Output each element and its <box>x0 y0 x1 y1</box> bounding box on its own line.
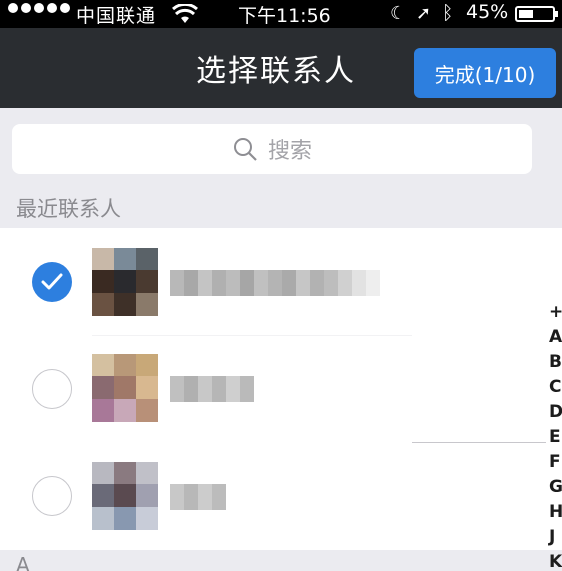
status-time: 下午11:56 <box>238 5 331 27</box>
avatar <box>92 462 158 530</box>
contact-name-redacted <box>170 376 254 402</box>
location-arrow-icon: ➚ <box>416 3 432 24</box>
index-letter[interactable]: + <box>549 300 562 325</box>
index-letter[interactable]: B <box>549 350 562 375</box>
checkmark-icon <box>41 273 63 290</box>
wifi-icon <box>172 4 198 23</box>
avatar <box>92 354 158 422</box>
index-letter[interactable]: E <box>549 425 562 450</box>
index-letter[interactable]: A <box>549 325 562 350</box>
page-title: 选择联系人 <box>196 54 356 89</box>
contact-checkbox[interactable] <box>32 476 72 516</box>
battery-icon <box>515 6 555 22</box>
alphabet-index[interactable]: + A B C D E F G H J K <box>549 300 562 571</box>
index-letter[interactable]: G <box>549 475 562 500</box>
done-button[interactable]: 完成(1/10) <box>414 48 556 98</box>
contact-name-redacted <box>170 484 226 510</box>
navigation-bar: 选择联系人 完成(1/10) <box>0 28 562 108</box>
contact-row[interactable] <box>0 444 562 552</box>
section-header-a: A <box>0 550 562 571</box>
index-letter[interactable]: H <box>549 500 562 525</box>
contact-checkbox-checked[interactable] <box>32 262 72 302</box>
index-letter[interactable]: D <box>549 400 562 425</box>
moon-icon: ☾ <box>390 3 407 24</box>
index-letter[interactable]: J <box>549 525 562 550</box>
index-divider <box>412 442 546 443</box>
search-area: 搜索 <box>0 108 562 190</box>
avatar <box>92 248 158 316</box>
index-letter[interactable]: C <box>549 375 562 400</box>
contact-row[interactable] <box>0 228 562 336</box>
contact-row[interactable] <box>0 336 562 444</box>
contact-name-redacted <box>170 270 380 296</box>
signal-strength-icon <box>8 3 73 13</box>
status-bar: 中国联通 下午11:56 ☾ ➚ ᛒ 45% <box>0 0 562 28</box>
search-icon <box>233 138 257 161</box>
section-header-recent: 最近联系人 <box>0 190 562 228</box>
index-letter[interactable]: K <box>549 550 562 571</box>
search-placeholder: 搜索 <box>267 139 312 164</box>
battery-percentage: 45% <box>466 1 509 23</box>
contact-checkbox[interactable] <box>32 369 72 409</box>
search-input[interactable]: 搜索 <box>12 124 532 174</box>
battery-tip <box>555 11 558 17</box>
index-letter[interactable]: F <box>549 450 562 475</box>
bluetooth-icon: ᛒ <box>442 2 454 24</box>
carrier-name: 中国联通 <box>76 5 157 27</box>
